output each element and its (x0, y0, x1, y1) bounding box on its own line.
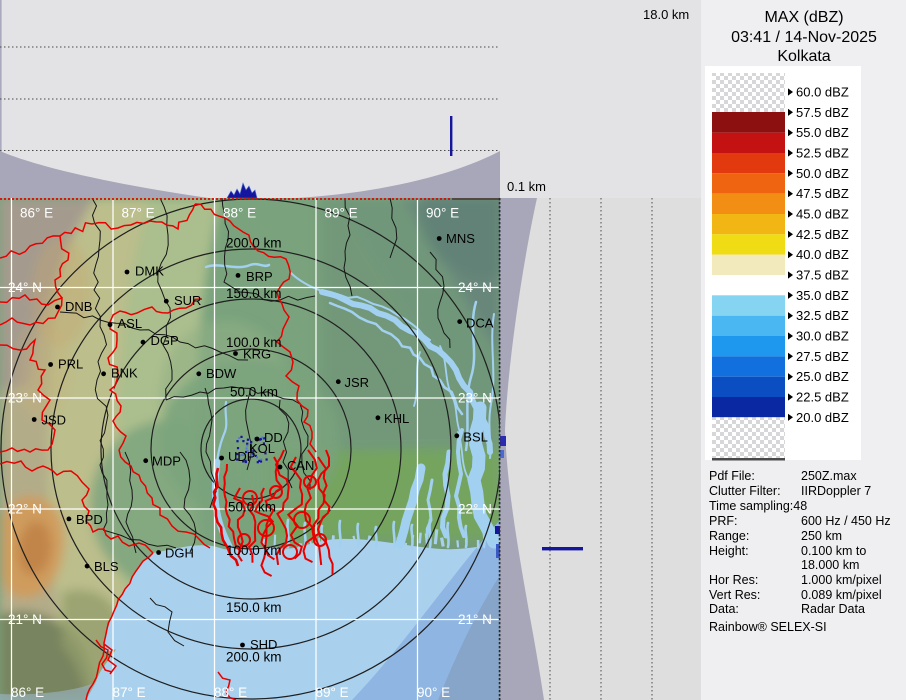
svg-text:23° N: 23° N (8, 391, 42, 406)
svg-text:90° E: 90° E (426, 206, 459, 221)
svg-text:88° E: 88° E (223, 206, 256, 221)
svg-text:JSD: JSD (42, 413, 67, 428)
svg-text:22° N: 22° N (8, 502, 42, 517)
svg-text:MNS: MNS (446, 231, 475, 246)
svg-text:21° N: 21° N (458, 612, 492, 627)
svg-text:Clutter Filter:: Clutter Filter: (709, 484, 781, 498)
svg-text:86° E: 86° E (20, 206, 53, 221)
svg-text:SHD: SHD (250, 637, 277, 652)
svg-text:Data:: Data: (709, 602, 739, 616)
svg-text:Range:: Range: (709, 529, 749, 543)
svg-text:Rainbow® SELEX-SI: Rainbow® SELEX-SI (709, 620, 827, 634)
svg-text:BPD: BPD (76, 512, 103, 527)
svg-text:20.0 dBZ: 20.0 dBZ (796, 410, 849, 425)
svg-text:03:41 / 14-Nov-2025: 03:41 / 14-Nov-2025 (731, 29, 877, 46)
svg-text:Height:: Height: (709, 544, 749, 558)
svg-text:50.0 dBZ: 50.0 dBZ (796, 166, 849, 181)
svg-text:88° E: 88° E (214, 685, 247, 700)
svg-text:DMK: DMK (135, 264, 164, 279)
svg-text:UDP: UDP (228, 449, 255, 464)
svg-text:BSL: BSL (463, 430, 488, 445)
svg-text:0.1 km: 0.1 km (507, 179, 546, 194)
svg-text:32.5 dBZ: 32.5 dBZ (796, 308, 849, 323)
svg-text:PRF:: PRF: (709, 514, 737, 528)
svg-text:35.0 dBZ: 35.0 dBZ (796, 288, 849, 303)
svg-text:22.5 dBZ: 22.5 dBZ (796, 390, 849, 405)
svg-text:50.0 km: 50.0 km (228, 500, 276, 515)
svg-text:SUR: SUR (174, 293, 201, 308)
svg-text:DCA: DCA (466, 316, 494, 331)
svg-text:BRP: BRP (246, 269, 273, 284)
svg-text:18.000 km: 18.000 km (801, 558, 859, 572)
svg-text:ASL: ASL (118, 316, 143, 331)
svg-text:BNK: BNK (111, 366, 138, 381)
svg-text:Pdf File:: Pdf File: (709, 469, 755, 483)
svg-text:50.0 km: 50.0 km (230, 385, 278, 400)
svg-text:42.5 dBZ: 42.5 dBZ (796, 227, 849, 242)
svg-text:100.0 km: 100.0 km (226, 543, 282, 558)
svg-text:Time sampling:48: Time sampling:48 (709, 499, 807, 513)
svg-text:150.0 km: 150.0 km (226, 600, 282, 615)
svg-text:86° E: 86° E (11, 685, 44, 700)
svg-text:45.0 dBZ: 45.0 dBZ (796, 207, 849, 222)
svg-text:40.0 dBZ: 40.0 dBZ (796, 247, 849, 262)
svg-text:55.0 dBZ: 55.0 dBZ (796, 125, 849, 140)
svg-text:Vert Res:: Vert Res: (709, 588, 760, 602)
svg-text:250Z.max: 250Z.max (801, 469, 857, 483)
svg-text:250 km: 250 km (801, 529, 842, 543)
svg-text:27.5 dBZ: 27.5 dBZ (796, 349, 849, 364)
svg-text:0.089 km/pixel: 0.089 km/pixel (801, 588, 882, 602)
svg-text:0.100 km to: 0.100 km to (801, 544, 866, 558)
svg-text:1.000 km/pixel: 1.000 km/pixel (801, 573, 882, 587)
svg-text:Hor Res:: Hor Res: (709, 573, 758, 587)
svg-text:25.0 dBZ: 25.0 dBZ (796, 369, 849, 384)
svg-text:89° E: 89° E (316, 685, 349, 700)
svg-text:57.5 dBZ: 57.5 dBZ (796, 105, 849, 120)
svg-text:200.0 km: 200.0 km (226, 236, 282, 251)
svg-text:BLS: BLS (94, 559, 119, 574)
svg-text:22° N: 22° N (458, 502, 492, 517)
svg-text:52.5 dBZ: 52.5 dBZ (796, 146, 849, 161)
svg-text:21° N: 21° N (8, 612, 42, 627)
svg-text:DNB: DNB (65, 299, 92, 314)
svg-text:24° N: 24° N (8, 280, 42, 295)
svg-text:Radar Data: Radar Data (801, 602, 865, 616)
svg-text:KRG: KRG (243, 347, 271, 362)
svg-text:60.0 dBZ: 60.0 dBZ (796, 85, 849, 100)
svg-text:Kolkata: Kolkata (777, 48, 830, 65)
svg-text:30.0 dBZ: 30.0 dBZ (796, 329, 849, 344)
svg-text:89° E: 89° E (325, 206, 358, 221)
svg-text:MAX (dBZ): MAX (dBZ) (764, 9, 843, 26)
svg-text:DGP: DGP (151, 333, 179, 348)
svg-text:90° E: 90° E (417, 685, 450, 700)
svg-text:DGH: DGH (165, 546, 194, 561)
svg-text:87° E: 87° E (122, 206, 155, 221)
svg-text:24° N: 24° N (458, 280, 492, 295)
svg-text:PRL: PRL (58, 357, 83, 372)
svg-text:37.5 dBZ: 37.5 dBZ (796, 268, 849, 283)
svg-text:JSR: JSR (345, 375, 370, 390)
svg-text:BDW: BDW (206, 366, 237, 381)
svg-text:MDP: MDP (152, 454, 181, 469)
svg-text:IIRDoppler 7: IIRDoppler 7 (801, 484, 871, 498)
svg-text:150.0 km: 150.0 km (226, 286, 282, 301)
svg-text:18.0 km: 18.0 km (643, 7, 689, 22)
svg-text:87° E: 87° E (113, 685, 146, 700)
svg-text:CAN: CAN (287, 458, 314, 473)
svg-text:23° N: 23° N (458, 391, 492, 406)
svg-text:600 Hz / 450 Hz: 600 Hz / 450 Hz (801, 514, 891, 528)
svg-text:KHL: KHL (384, 411, 409, 426)
svg-text:47.5 dBZ: 47.5 dBZ (796, 186, 849, 201)
